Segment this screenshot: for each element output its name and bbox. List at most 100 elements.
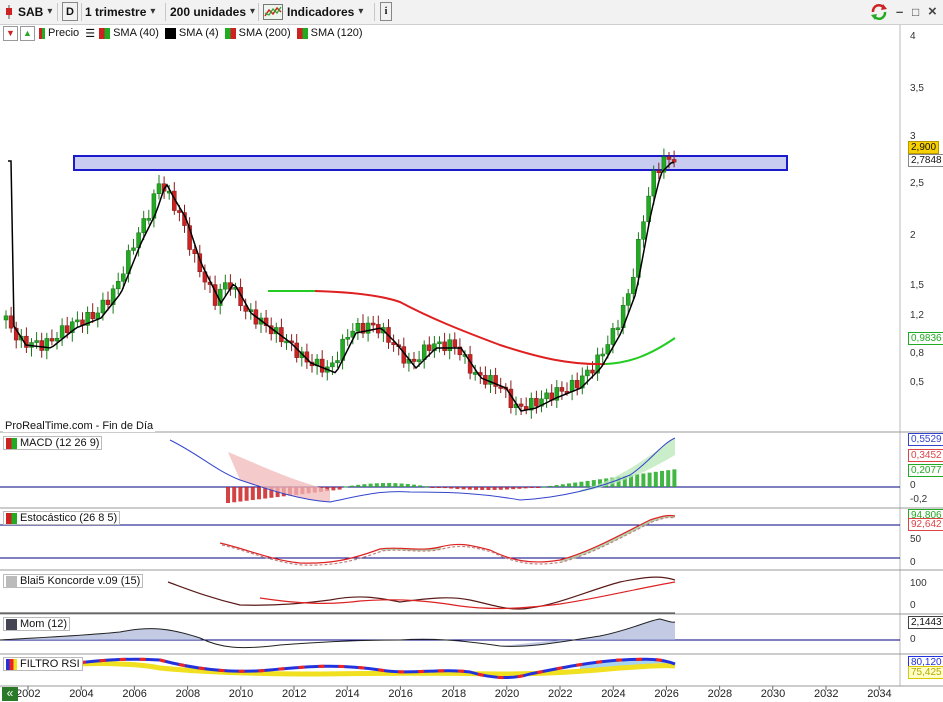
macd-panel-label[interactable]: MACD (12 26 9) [3, 436, 103, 450]
candle-body [44, 338, 50, 351]
x-tick-label: 2008 [175, 688, 201, 700]
candle-body [671, 159, 677, 163]
last-price-badge: 2,900 [908, 141, 940, 154]
momentum-fill [0, 619, 675, 647]
candle-body [651, 170, 656, 197]
x-tick-label: 2014 [335, 688, 360, 700]
candle-body [590, 369, 595, 374]
macd-bar [492, 487, 497, 490]
candle-body [625, 293, 631, 306]
candle-body [100, 299, 106, 314]
macd-bar [653, 471, 658, 487]
koncorde-panel-label[interactable]: Blai5 Koncorde v.09 (15) [3, 574, 144, 588]
candle-body [3, 315, 9, 321]
candle-body [518, 403, 524, 407]
macd-bar [393, 483, 398, 487]
macd-bar [418, 485, 423, 487]
x-tick-label: 2020 [494, 688, 520, 700]
y-tick: 100 [910, 578, 927, 589]
candle-body [115, 281, 121, 290]
stoch-d-badge: 92,642 [908, 518, 943, 531]
macd-bar [430, 487, 435, 488]
macd-bar [635, 474, 640, 487]
candle-body [345, 337, 350, 340]
momentum-value-badge: 2,1443 [908, 616, 943, 629]
x-tick-label: 2004 [69, 688, 94, 700]
resistance-zone[interactable] [73, 155, 788, 171]
macd-bar [238, 487, 243, 502]
macd-bar [356, 484, 361, 487]
x-tick-label: 2016 [388, 688, 413, 700]
momentum-label-text: Mom (12) [20, 618, 68, 630]
candle-body [223, 282, 228, 290]
momentum-panel-label[interactable]: Mom (12) [3, 617, 71, 631]
candle-body [585, 369, 590, 377]
macd-bar [250, 487, 255, 501]
macd-bar [554, 485, 559, 487]
x-tick-label: 2006 [122, 688, 147, 700]
candle-body [177, 210, 182, 213]
candle-body [49, 338, 55, 342]
x-tick-label: 2032 [814, 688, 839, 700]
y-tick: 50 [910, 534, 922, 545]
macd-bar [455, 487, 460, 489]
macd-hist-badge: 0,2077 [908, 464, 943, 477]
stoch-swatch-icon [6, 512, 17, 524]
macd-bar [387, 483, 392, 487]
candle-body [544, 392, 549, 400]
y-tick: 1,2 [910, 310, 924, 321]
candle-body [569, 380, 575, 392]
macd-bar [548, 485, 553, 487]
stoch-panel-label[interactable]: Estocástico (26 8 5) [3, 511, 121, 525]
macd-value-badge: 0,5529 [908, 433, 943, 446]
candle-body [131, 247, 136, 251]
double-chevron-left-icon: « [6, 686, 14, 700]
candle-body [641, 221, 646, 240]
rsi-value-badge-2: 75,425 [908, 666, 943, 679]
candle-body [355, 322, 361, 332]
price-chart[interactable] [0, 0, 943, 702]
y-tick: 3,5 [910, 83, 924, 94]
candle-body [631, 277, 636, 294]
y-tick: 4 [910, 31, 916, 42]
candle-body [59, 325, 65, 339]
macd-bar [498, 487, 503, 490]
candle-body [156, 183, 162, 194]
x-tick-label: 2028 [707, 688, 733, 700]
macd-bar [511, 487, 516, 490]
momentum-line [0, 618, 676, 649]
y-tick: 0 [910, 557, 916, 568]
candle-body [39, 340, 44, 351]
stoch-fill [380, 515, 675, 562]
macd-bar [362, 484, 367, 487]
macd-bar [579, 481, 584, 487]
candle-body [64, 325, 70, 333]
scroll-left-button[interactable]: « [2, 687, 18, 701]
candle-body [615, 327, 621, 331]
macd-bar [560, 484, 565, 487]
macd-bar [536, 487, 540, 488]
macd-bar [226, 487, 230, 503]
macd-bar [244, 487, 249, 501]
sma4-line [8, 160, 675, 412]
macd-bar [461, 487, 466, 490]
candle-body [437, 341, 442, 345]
y-tick: 0 [910, 480, 916, 491]
candle-body [447, 339, 452, 352]
y-tick: 0 [910, 600, 916, 611]
candle-body [472, 372, 478, 375]
candle-body [411, 358, 417, 362]
koncorde-label-text: Blai5 Koncorde v.09 (15) [20, 575, 141, 587]
x-tick-label: 2010 [228, 688, 254, 700]
macd-bar [443, 487, 447, 489]
macd-bar [232, 487, 237, 503]
koncorde-swatch-icon [6, 575, 17, 587]
rsi-panel-label[interactable]: FILTRO RSI [3, 657, 83, 671]
y-tick: 0 [910, 634, 916, 645]
candle-body [121, 273, 126, 282]
macd-bar [517, 487, 522, 489]
macd-swatch-icon [6, 437, 17, 449]
macd-bar [436, 487, 441, 488]
y-tick: 0,5 [910, 377, 924, 388]
macd-bar [523, 487, 528, 489]
